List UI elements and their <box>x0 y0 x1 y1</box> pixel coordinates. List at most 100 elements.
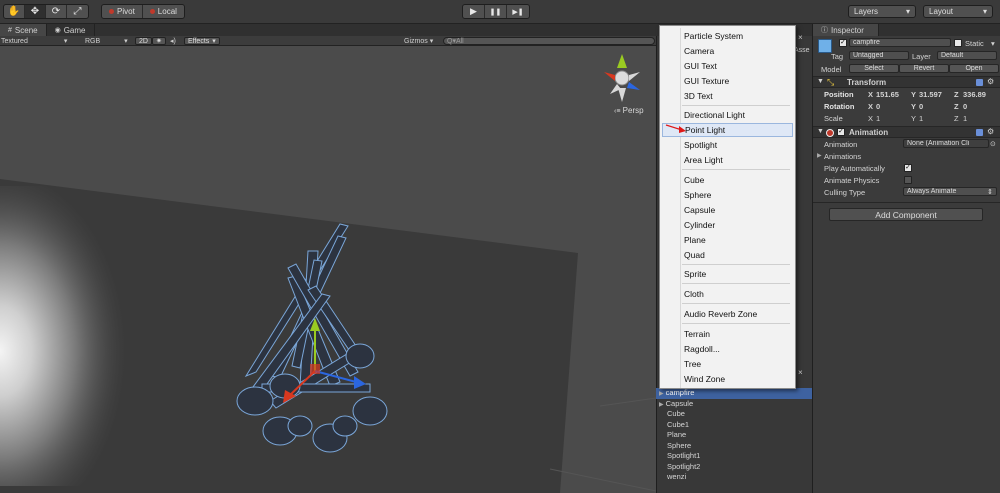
menu-item-wind-zone[interactable]: Wind Zone <box>662 372 793 386</box>
animate-physics-checkbox[interactable] <box>904 176 912 184</box>
menu-item-gui-texture[interactable]: GUI Texture <box>662 74 793 88</box>
audio-toggle[interactable]: ◂) <box>170 36 176 46</box>
menu-item-audio-reverb-zone[interactable]: Audio Reverb Zone <box>662 307 793 321</box>
gear-icon[interactable]: ⚙ <box>987 127 994 136</box>
add-component-button[interactable]: Add Component <box>829 208 983 221</box>
hierarchy-item-spotlight1[interactable]: Spotlight1 <box>656 451 812 462</box>
hierarchy-item-sphere[interactable]: Sphere <box>656 441 812 452</box>
play-automatically-checkbox[interactable]: ✓ <box>904 164 912 172</box>
rotation-z-field[interactable]: 0 <box>963 102 967 111</box>
culling-type-label: Culling Type <box>824 188 866 197</box>
effects-dropdown[interactable]: Effects ▾ <box>184 37 220 45</box>
menu-item-cylinder[interactable]: Cylinder <box>662 218 793 232</box>
projection-label[interactable]: ‹≡ Persp <box>614 106 644 115</box>
menu-item-tree[interactable]: Tree <box>662 357 793 371</box>
shading-mode-dropdown[interactable]: Textured ▾ <box>1 36 67 46</box>
pause-button[interactable]: ❚❚ <box>485 5 507 18</box>
chevron-down-icon[interactable]: ▾ <box>991 39 995 48</box>
hierarchy-item-capsule[interactable]: ▶ Capsule <box>656 399 812 410</box>
menu-item-area-light[interactable]: Area Light <box>662 153 793 167</box>
hierarchy-item-campfire[interactable]: ▶ campfire <box>656 388 812 399</box>
assets-tab-partial[interactable]: Asse <box>794 47 810 54</box>
menu-item-spotlight[interactable]: Spotlight <box>662 138 793 152</box>
scale-x-field[interactable]: 1 <box>876 114 880 123</box>
model-revert-button[interactable]: Revert <box>899 64 949 73</box>
menu-item-terrain[interactable]: Terrain <box>662 327 793 341</box>
rotate-tool-button[interactable]: ⟳ <box>46 5 67 18</box>
animation-enabled-checkbox[interactable]: ✓ <box>837 128 845 136</box>
tab-game[interactable]: ◉ Game <box>47 24 95 36</box>
menu-item-ragdoll[interactable]: Ragdoll... <box>662 342 793 356</box>
target-icon[interactable]: ⊙ <box>990 140 996 148</box>
expand-arrow-icon[interactable]: ▶ <box>659 391 664 397</box>
move-tool-button[interactable]: ✥ <box>25 5 46 18</box>
projection-text: Persp <box>622 106 644 115</box>
tab-scene[interactable]: # Scene <box>0 24 47 36</box>
scale-z-field[interactable]: 1 <box>963 114 967 123</box>
pivot-icon <box>109 9 114 14</box>
layers-dropdown[interactable]: Layers ▾ <box>848 5 916 18</box>
play-button[interactable]: ▶ <box>463 5 485 18</box>
position-y-field[interactable]: 31.597 <box>919 90 942 99</box>
rotation-x-field[interactable]: 0 <box>876 102 880 111</box>
scene-viewport[interactable]: ‹≡ Persp <box>0 46 656 493</box>
position-z-field[interactable]: 336.89 <box>963 90 986 99</box>
book-icon[interactable] <box>976 129 983 136</box>
model-select-button[interactable]: Select <box>849 64 899 73</box>
menu-item-sprite[interactable]: Sprite <box>662 267 793 281</box>
foldout-icon[interactable]: ▼ <box>817 78 824 85</box>
book-icon[interactable] <box>976 79 983 86</box>
animations-label[interactable]: Animations <box>824 152 861 161</box>
position-label: Position <box>824 90 854 99</box>
menu-item-sphere[interactable]: Sphere <box>662 188 793 202</box>
menu-item-3d-text[interactable]: 3D Text <box>662 89 793 103</box>
menu-item-quad[interactable]: Quad <box>662 248 793 262</box>
close-icon[interactable]: × <box>798 368 803 377</box>
main-toolbar: ✋ ✥ ⟳ ⤢ Pivot Local ▶ ❚❚ ▶❚ Layers ▾ Layo… <box>0 0 1000 24</box>
active-checkbox[interactable]: ✓ <box>839 39 847 47</box>
pivot-button[interactable]: Pivot <box>102 5 143 18</box>
hierarchy-item-wenzi[interactable]: wenzi <box>656 472 812 483</box>
expand-arrow-icon[interactable]: ▶ <box>817 152 822 159</box>
scene-search-input[interactable]: Q▾All <box>443 37 655 45</box>
menu-item-camera[interactable]: Camera <box>662 44 793 58</box>
local-button[interactable]: Local <box>143 5 184 18</box>
model-open-button[interactable]: Open <box>949 64 999 73</box>
expand-arrow-icon[interactable]: ▶ <box>659 402 664 408</box>
animation-header[interactable]: ▼ ✓ Animation ⚙ <box>813 126 1000 138</box>
render-mode-dropdown[interactable]: RGB ▾ <box>85 36 128 46</box>
gizmos-dropdown[interactable]: Gizmos ▾ <box>404 36 433 46</box>
hierarchy-item-cube1[interactable]: Cube1 <box>656 420 812 431</box>
layer-dropdown[interactable]: Default <box>937 51 997 60</box>
scale-tool-button[interactable]: ⤢ <box>67 5 88 18</box>
position-x-field[interactable]: 151.65 <box>876 90 899 99</box>
hierarchy-item-cube[interactable]: Cube <box>656 409 812 420</box>
step-button[interactable]: ▶❚ <box>507 5 529 18</box>
hand-tool-button[interactable]: ✋ <box>4 5 25 18</box>
hierarchy-item-plane[interactable]: Plane <box>656 430 812 441</box>
rotation-y-field[interactable]: 0 <box>919 102 923 111</box>
menu-item-gui-text[interactable]: GUI Text <box>662 59 793 73</box>
close-icon[interactable]: × <box>798 33 803 42</box>
menu-item-cloth[interactable]: Cloth <box>662 287 793 301</box>
hierarchy-item-spotlight2[interactable]: Spotlight2 <box>656 462 812 473</box>
mode-2d-toggle[interactable]: 2D <box>135 37 152 45</box>
tab-inspector[interactable]: ⓘ Inspector <box>813 24 879 36</box>
gear-icon[interactable]: ⚙ <box>987 77 994 86</box>
menu-item-particle-system[interactable]: Particle System <box>662 29 793 43</box>
static-checkbox[interactable] <box>954 39 962 47</box>
menu-item-directional-light[interactable]: Directional Light <box>662 108 793 122</box>
menu-item-capsule[interactable]: Capsule <box>662 203 793 217</box>
transform-header[interactable]: ▼ ⤡ Transform ⚙ <box>813 76 1000 88</box>
scene-render <box>0 46 656 493</box>
menu-item-cube[interactable]: Cube <box>662 173 793 187</box>
animation-clip-field[interactable]: None (Animation Cli <box>903 139 989 148</box>
lighting-toggle[interactable]: ✷ <box>152 37 166 45</box>
scale-y-field[interactable]: 1 <box>919 114 923 123</box>
foldout-icon[interactable]: ▼ <box>817 128 824 135</box>
tag-dropdown[interactable]: Untagged <box>849 51 909 60</box>
layout-dropdown[interactable]: Layout ▾ <box>923 5 993 18</box>
menu-item-plane[interactable]: Plane <box>662 233 793 247</box>
culling-type-dropdown[interactable]: Always Animate ⇕ <box>903 187 997 196</box>
object-name-field[interactable]: campfire <box>849 38 951 47</box>
